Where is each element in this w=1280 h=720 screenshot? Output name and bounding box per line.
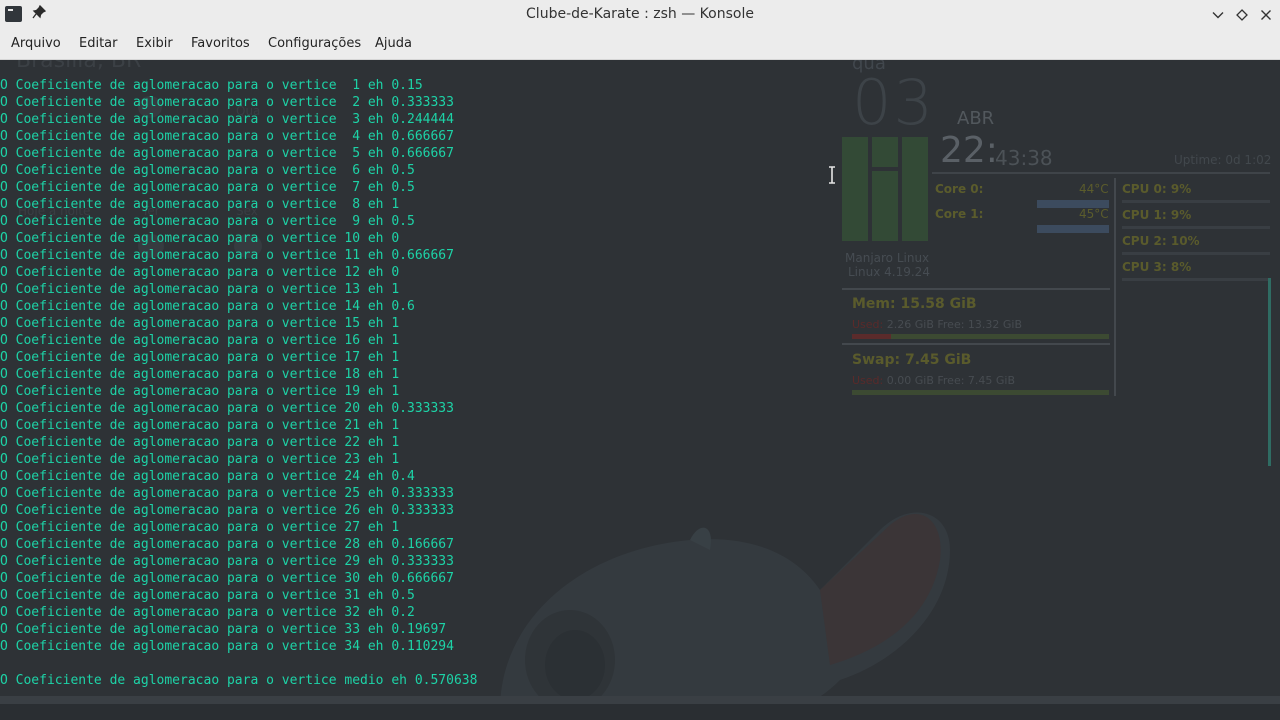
conky-divider <box>1114 178 1116 396</box>
mem-free: Free: 13.32 GiB <box>937 318 1023 331</box>
terminal-line: O Coeficiente de aglomeracao para o vert… <box>0 197 400 212</box>
menu-editar[interactable]: Editar <box>78 30 119 59</box>
minimize-button[interactable] <box>1208 5 1228 25</box>
terminal-line: O Coeficiente de aglomeracao para o vert… <box>0 486 454 501</box>
weather-location: Brasília, BR <box>16 60 142 73</box>
wallpaper-character <box>500 512 950 696</box>
terminal-line: O Coeficiente de aglomeracao para o vert… <box>0 622 447 637</box>
conky-month: ABR <box>957 108 995 129</box>
conky-accent-bar <box>1268 278 1271 466</box>
terminal-line: O Coeficiente de aglomeracao para o vert… <box>0 452 400 467</box>
terminal-line: O Coeficiente de aglomeracao para o vert… <box>0 112 454 127</box>
close-icon <box>1261 10 1271 20</box>
mem-used-value: 2.26 GiB <box>886 318 934 331</box>
terminal-line: O Coeficiente de aglomeracao para o vert… <box>0 299 415 314</box>
diamond-icon <box>1236 9 1248 21</box>
status-strip <box>0 704 1280 720</box>
mem-bar-fill <box>852 334 891 339</box>
conky-divider <box>932 172 1270 174</box>
cpu-bar <box>1122 278 1270 281</box>
terminal-line: O Coeficiente de aglomeracao para o vert… <box>0 605 415 620</box>
core-label: Core 1: <box>935 207 984 221</box>
terminal-line: O Coeficiente de aglomeracao para o vert… <box>0 435 400 450</box>
terminal-line: O Coeficiente de aglomeracao para o vert… <box>0 503 454 518</box>
terminal-line: O Coeficiente de aglomeracao para o vert… <box>0 537 454 552</box>
conky-time-minutes: 43:38 <box>995 146 1053 170</box>
core-label: Core 0: <box>935 182 984 196</box>
terminal-line: O Coeficiente de aglomeracao para o vert… <box>0 248 454 263</box>
swap-title: Swap: 7.45 GiB <box>852 352 972 368</box>
horizontal-scrollbar[interactable] <box>0 696 1280 704</box>
menu-ajuda[interactable]: Ajuda <box>374 30 413 59</box>
menu-exibir[interactable]: Exibir <box>135 30 174 59</box>
terminal-line: O Coeficiente de aglomeracao para o vert… <box>0 78 423 93</box>
mem-details: Used: 2.26 GiB Free: 13.32 GiB <box>852 318 1022 331</box>
terminal-line: O Coeficiente de aglomeracao para o vert… <box>0 265 400 280</box>
terminal-line: O Coeficiente de aglomeracao para o vert… <box>0 214 415 229</box>
kernel-version: Linux 4.19.24 <box>848 265 930 279</box>
cpu-label: CPU 1: 9% <box>1122 208 1192 222</box>
terminal-line: O Coeficiente de aglomeracao para o vert… <box>0 231 400 246</box>
terminal-line: O Coeficiente de aglomeracao para o vert… <box>0 180 415 195</box>
swap-used-label: Used: <box>852 374 884 387</box>
cpu-bar <box>1122 200 1270 203</box>
cpu-bar <box>1122 226 1270 229</box>
swap-details: Used: 0.00 GiB Free: 7.45 GiB <box>852 374 1015 387</box>
title-bar[interactable]: Clube-de-Karate : zsh — Konsole <box>0 0 1280 30</box>
os-name: Manjaro Linux <box>845 251 930 265</box>
conky-date: 03 <box>852 66 935 139</box>
terminal-line: O Coeficiente de aglomeracao para o vert… <box>0 95 454 110</box>
core-temp: 45°C <box>1079 207 1109 221</box>
core-bar <box>1037 225 1109 233</box>
menu-configuracoes[interactable]: Configurações <box>267 30 362 59</box>
conky-time-hours: 22: <box>940 130 998 171</box>
terminal-line: O Coeficiente de aglomeracao para o vert… <box>0 163 415 178</box>
menu-arquivo[interactable]: Arquivo <box>10 30 62 59</box>
conky-uptime: Uptime: 0d 1:02 <box>1174 153 1272 167</box>
swap-used-value: 0.00 GiB <box>886 374 934 387</box>
menu-favoritos[interactable]: Favoritos <box>190 30 251 59</box>
mem-bar <box>852 334 1109 339</box>
terminal-line: O Coeficiente de aglomeracao para o vert… <box>0 350 400 365</box>
mem-used-label: Used: <box>852 318 884 331</box>
terminal-line: O Coeficiente de aglomeracao para o vert… <box>0 520 400 535</box>
terminal-line: O Coeficiente de aglomeracao para o vert… <box>0 571 454 586</box>
cpu-label: CPU 2: 10% <box>1122 234 1200 248</box>
cpu-bar <box>1122 252 1270 255</box>
terminal-line: O Coeficiente de aglomeracao para o vert… <box>0 401 454 416</box>
terminal-line: O Coeficiente de aglomeracao para o vert… <box>0 129 454 144</box>
swap-free: Free: 7.45 GiB <box>937 374 1016 387</box>
manjaro-logo <box>842 137 928 241</box>
text-cursor-icon <box>829 166 835 184</box>
menu-bar: Arquivo Editar Exibir Favoritos Configur… <box>0 30 1280 60</box>
terminal-line: O Coeficiente de aglomeracao para o vert… <box>0 384 400 399</box>
terminal-line: O Coeficiente de aglomeracao para o vert… <box>0 469 415 484</box>
maximize-button[interactable] <box>1232 5 1252 25</box>
swap-bar <box>852 390 1109 395</box>
cpu-label: CPU 0: 9% <box>1122 182 1192 196</box>
terminal-line: O Coeficiente de aglomeracao para o vert… <box>0 673 478 688</box>
terminal-line: O Coeficiente de aglomeracao para o vert… <box>0 333 400 348</box>
terminal-line: O Coeficiente de aglomeracao para o vert… <box>0 146 454 161</box>
terminal-line: O Coeficiente de aglomeracao para o vert… <box>0 588 415 603</box>
terminal-line: O Coeficiente de aglomeracao para o vert… <box>0 367 400 382</box>
mem-title: Mem: 15.58 GiB <box>852 296 977 312</box>
window-title: Clube-de-Karate : zsh — Konsole <box>526 6 754 22</box>
conky-divider <box>842 343 1110 345</box>
terminal-line: O Coeficiente de aglomeracao para o vert… <box>0 282 400 297</box>
terminal-area[interactable]: Brasília, BR Hoje à noite Ter Sex Qua qu… <box>0 60 1280 696</box>
cpu-label: CPU 3: 8% <box>1122 260 1192 274</box>
terminal-output[interactable]: O Coeficiente de aglomeracao para o vert… <box>0 77 477 689</box>
terminal-line: O Coeficiente de aglomeracao para o vert… <box>0 316 400 331</box>
core-temp: 44°C <box>1079 182 1109 196</box>
terminal-line: O Coeficiente de aglomeracao para o vert… <box>0 554 454 569</box>
terminal-line: O Coeficiente de aglomeracao para o vert… <box>0 418 400 433</box>
konsole-window: Clube-de-Karate : zsh — Konsole Arquivo … <box>0 0 1280 720</box>
close-button[interactable] <box>1256 5 1276 25</box>
chevron-down-icon <box>1212 12 1224 19</box>
terminal-line: O Coeficiente de aglomeracao para o vert… <box>0 639 454 654</box>
conky-divider <box>842 288 1110 290</box>
